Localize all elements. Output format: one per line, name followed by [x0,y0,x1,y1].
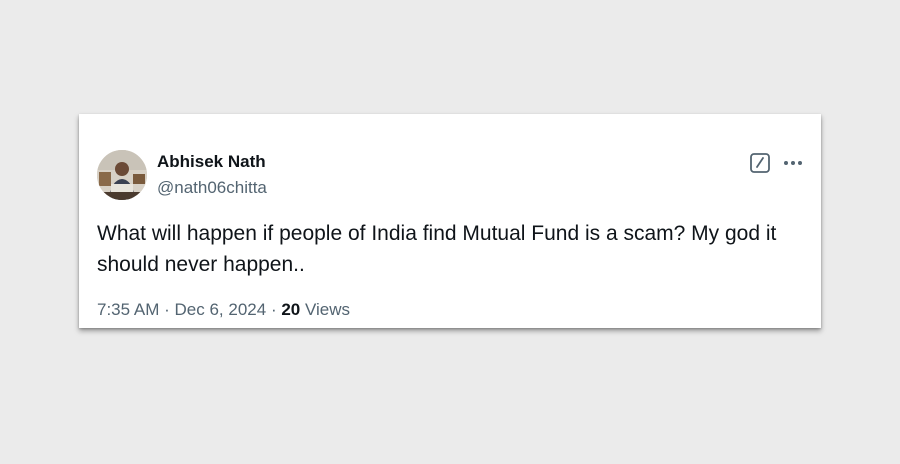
avatar-photo [97,150,147,200]
tweet-text: What will happen if people of India find… [97,222,777,276]
tweet-time[interactable]: 7:35 AM [97,300,159,319]
meta-separator: · [164,300,170,319]
tweet-card[interactable]: Abhisek Nath @nath06chitta What will hap… [79,114,821,328]
views-label: Views [305,300,351,319]
views-count: 20 [281,300,301,319]
tweet-date[interactable]: Dec 6, 2024 [175,300,267,319]
avatar[interactable] [97,150,147,200]
edit-icon[interactable] [749,152,771,174]
tweet-meta: 7:35 AM · Dec 6, 2024 · 20 Views [97,300,350,320]
more-options-icon[interactable] [781,152,805,174]
author-display-name[interactable]: Abhisek Nath [157,152,266,172]
meta-separator: · [270,300,277,319]
author-handle[interactable]: @nath06chitta [157,178,267,198]
